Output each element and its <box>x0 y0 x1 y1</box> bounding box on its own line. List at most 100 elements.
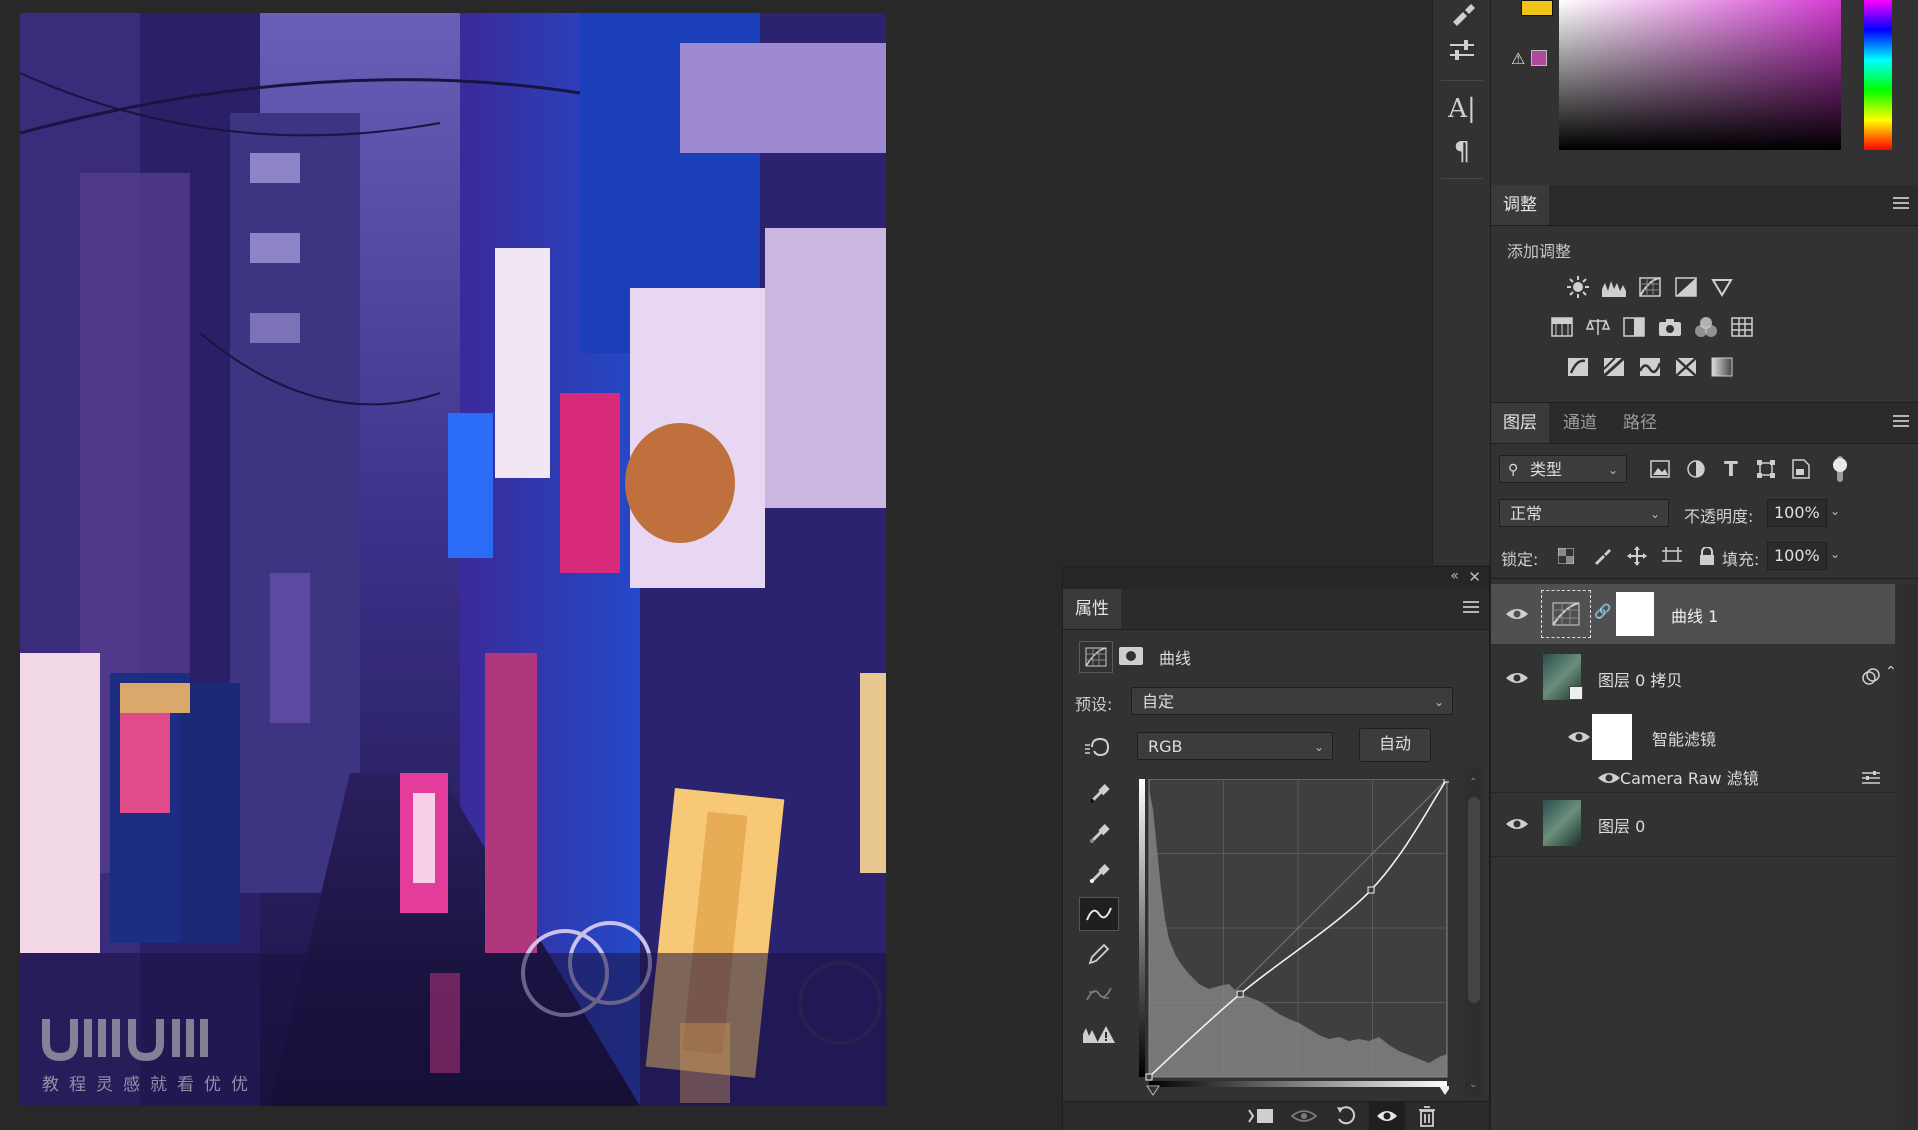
camera-raw-filter-label[interactable]: Camera Raw 滤镜 <box>1620 765 1759 789</box>
targeted-adjustment-icon[interactable] <box>1079 730 1119 764</box>
filter-toggle-knob[interactable] <box>1833 458 1847 472</box>
color-lookup-icon[interactable] <box>1729 315 1755 339</box>
opacity-chevron-icon[interactable]: ⌄ <box>1830 504 1840 518</box>
hue-slider[interactable] <box>1864 0 1892 150</box>
tab-adjustments[interactable]: 调整 <box>1491 185 1549 225</box>
collapse-chevron-icon[interactable]: ⌃ <box>1885 664 1897 680</box>
properties-scrollbar[interactable]: ⌃ ⌄ <box>1465 767 1483 1097</box>
filter-type-icon[interactable]: T <box>1718 457 1744 481</box>
document-canvas[interactable]: 教程灵感就看优优 <box>20 13 886 1106</box>
threshold-icon[interactable] <box>1637 355 1663 379</box>
tab-paths[interactable]: 路径 <box>1611 403 1669 443</box>
smooth-curve-icon[interactable] <box>1079 977 1119 1011</box>
scroll-down-icon[interactable]: ⌄ <box>1469 1079 1477 1090</box>
camera-raw-filter-row[interactable]: Camera Raw 滤镜 <box>1491 762 1895 792</box>
toggle-visibility-button[interactable] <box>1369 1102 1405 1130</box>
properties-menu-icon[interactable] <box>1463 601 1479 615</box>
filter-pixel-icon[interactable] <box>1647 457 1673 481</box>
scroll-thumb[interactable] <box>1468 797 1480 1003</box>
collapse-icon[interactable]: « <box>1450 568 1459 584</box>
lock-all-icon[interactable] <box>1694 544 1720 568</box>
gray-point-eyedropper-icon[interactable] <box>1079 817 1119 851</box>
levels-icon[interactable] <box>1601 275 1627 299</box>
curve-control-point[interactable] <box>1145 1073 1153 1081</box>
filter-blending-options-icon[interactable] <box>1861 770 1881 786</box>
selective-color-icon[interactable] <box>1673 355 1699 379</box>
blend-mode-dropdown[interactable]: 正常 ⌄ <box>1499 499 1669 527</box>
tab-layers[interactable]: 图层 <box>1491 403 1549 443</box>
hue-saturation-icon[interactable] <box>1549 315 1575 339</box>
exposure-icon[interactable] <box>1673 275 1699 299</box>
clip-to-layer-icon[interactable] <box>1247 1106 1275 1126</box>
lock-move-icon[interactable] <box>1624 544 1650 568</box>
eye-icon[interactable] <box>1567 729 1591 745</box>
scroll-up-icon[interactable]: ⌃ <box>1469 777 1477 788</box>
brush-settings-icon[interactable] <box>1447 0 1477 30</box>
websafe-color-swatch[interactable] <box>1531 50 1547 66</box>
filter-adjustment-icon[interactable] <box>1683 457 1709 481</box>
color-balance-icon[interactable] <box>1585 315 1611 339</box>
channel-mixer-icon[interactable] <box>1693 315 1719 339</box>
curve-control-point[interactable] <box>1443 775 1451 783</box>
close-icon[interactable]: ✕ <box>1468 568 1481 586</box>
tab-channels[interactable]: 通道 <box>1551 403 1609 443</box>
vibrance-icon[interactable] <box>1709 275 1735 299</box>
black-white-icon[interactable] <box>1621 315 1647 339</box>
fill-chevron-icon[interactable]: ⌄ <box>1830 547 1840 561</box>
reset-icon[interactable] <box>1335 1105 1357 1127</box>
layer-name[interactable]: 图层 0 <box>1598 813 1645 837</box>
layers-scrollbar[interactable] <box>1897 584 1917 1130</box>
eye-icon[interactable] <box>1505 606 1529 622</box>
paragraph-icon[interactable]: ¶ <box>1447 137 1477 167</box>
lock-brush-icon[interactable] <box>1589 544 1615 568</box>
layer-row-base[interactable]: 图层 0 <box>1491 794 1895 854</box>
character-icon[interactable]: A| <box>1447 94 1477 124</box>
invert-icon[interactable] <box>1565 355 1591 379</box>
curves-icon[interactable] <box>1637 275 1663 299</box>
layer-mask-thumbnail[interactable] <box>1616 592 1654 636</box>
eye-icon[interactable] <box>1597 770 1621 786</box>
clipping-warning-icon[interactable] <box>1079 1017 1119 1051</box>
gradient-map-icon[interactable] <box>1709 355 1735 379</box>
eye-icon[interactable] <box>1505 816 1529 832</box>
black-point-eyedropper-icon[interactable] <box>1079 777 1119 811</box>
foreground-color-swatch[interactable] <box>1521 0 1553 16</box>
eye-icon[interactable] <box>1505 670 1529 686</box>
posterize-icon[interactable] <box>1601 355 1627 379</box>
curve-control-point[interactable] <box>1367 886 1375 894</box>
curve-control-point[interactable] <box>1236 990 1244 998</box>
mask-button[interactable] <box>1115 641 1147 671</box>
color-field[interactable] <box>1559 0 1841 150</box>
photo-filter-icon[interactable] <box>1657 315 1683 339</box>
smart-filters-row[interactable]: 智能滤镜 <box>1491 712 1895 762</box>
smart-filter-badge-icon[interactable] <box>1861 668 1881 686</box>
curves-adjustment-thumbnail[interactable] <box>1541 590 1591 638</box>
sliders-icon[interactable] <box>1447 36 1477 66</box>
trash-icon[interactable] <box>1418 1105 1436 1127</box>
layer-name[interactable]: 图层 0 拷贝 <box>1598 667 1682 691</box>
lock-artboard-icon[interactable] <box>1659 544 1685 568</box>
curve-point-tool-icon[interactable] <box>1079 897 1119 931</box>
filter-smart-object-icon[interactable] <box>1788 457 1814 481</box>
link-icon[interactable]: 🔗 <box>1594 604 1611 620</box>
fill-field[interactable]: 100% <box>1767 542 1827 570</box>
layers-menu-icon[interactable] <box>1893 415 1909 429</box>
layer-filter-dropdown[interactable]: ⚲ 类型 ⌄ <box>1499 455 1627 483</box>
channel-dropdown[interactable]: RGB ⌄ <box>1137 732 1333 760</box>
lock-transparent-icon[interactable] <box>1553 544 1579 568</box>
auto-button[interactable]: 自动 <box>1359 728 1431 762</box>
layer-row-copy[interactable]: 图层 0 拷贝 ⌃ <box>1491 648 1897 708</box>
adjustments-menu-icon[interactable] <box>1893 197 1909 211</box>
adjustment-type-button[interactable] <box>1079 641 1113 673</box>
tab-properties[interactable]: 属性 <box>1063 589 1121 629</box>
curve-graph[interactable] <box>1139 775 1451 1097</box>
properties-titlebar[interactable]: « ✕ <box>1063 567 1489 589</box>
brightness-icon[interactable] <box>1565 275 1591 299</box>
layer-row-curves[interactable]: 🔗 曲线 1 <box>1491 584 1895 644</box>
opacity-field[interactable]: 100% <box>1767 499 1827 527</box>
filter-shape-icon[interactable] <box>1753 457 1779 481</box>
pencil-icon[interactable] <box>1079 937 1119 971</box>
layer-name[interactable]: 曲线 1 <box>1671 603 1718 627</box>
smart-filter-mask-thumbnail[interactable] <box>1592 714 1632 760</box>
smart-filters-label[interactable]: 智能滤镜 <box>1652 726 1716 750</box>
